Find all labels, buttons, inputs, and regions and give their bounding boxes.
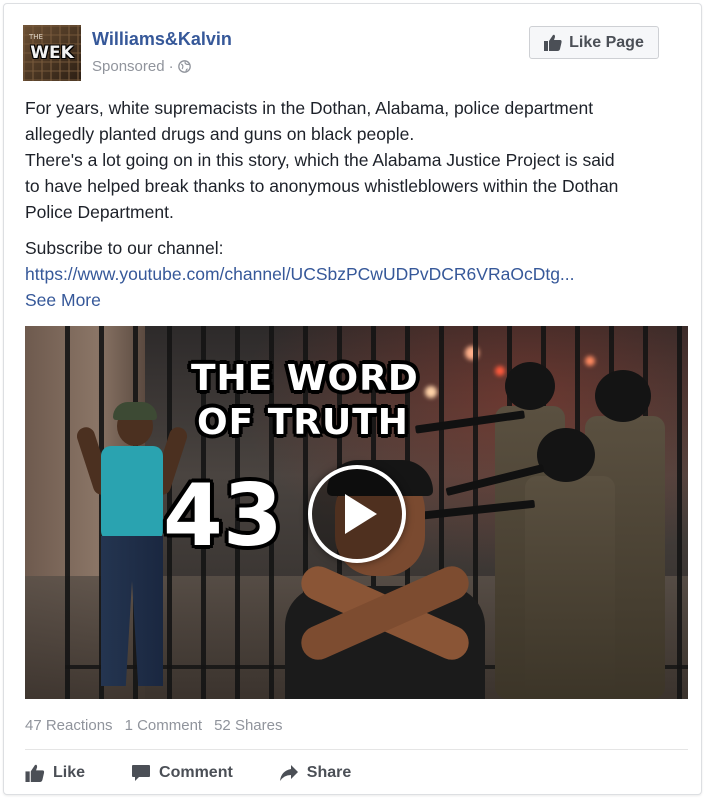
post-body-text: For years, white supremacists in the Dot… xyxy=(25,95,697,225)
post-text-line: Police Department. xyxy=(25,202,174,222)
like-page-button[interactable]: Like Page xyxy=(529,26,659,59)
page-name-link[interactable]: Williams&Kalvin xyxy=(92,29,232,50)
meta-separator: · xyxy=(168,58,174,75)
sponsored-meta: Sponsored · xyxy=(92,58,191,75)
thumbs-up-icon xyxy=(25,764,45,782)
post-text-line: There's a lot going on in this story, wh… xyxy=(25,150,615,170)
video-title-line2: OF TRUTH xyxy=(197,402,409,443)
see-more-link[interactable]: See More xyxy=(25,287,101,313)
sponsored-label[interactable]: Sponsored xyxy=(92,58,165,75)
actions-divider xyxy=(25,749,688,750)
avatar-small-text: THE xyxy=(29,33,43,41)
comments-count[interactable]: 1 Comment xyxy=(125,717,203,734)
comment-label: Comment xyxy=(159,764,233,781)
like-button[interactable]: Like xyxy=(25,764,85,782)
play-icon xyxy=(345,494,377,534)
youtube-channel-link[interactable]: https://www.youtube.com/channel/UCSbzPCw… xyxy=(25,261,575,287)
like-page-label: Like Page xyxy=(569,33,644,51)
play-button[interactable] xyxy=(308,465,406,563)
post-actions-bar: Like Comment Share xyxy=(25,761,351,785)
shares-count[interactable]: 52 Shares xyxy=(214,717,282,734)
post-text-line: For years, white supremacists in the Dot… xyxy=(25,98,594,118)
page-avatar[interactable]: THE WEK xyxy=(23,25,81,81)
post-text-line: to have helped break thanks to anonymous… xyxy=(25,176,619,196)
thumbs-up-icon xyxy=(544,34,562,51)
comment-button[interactable]: Comment xyxy=(131,764,233,782)
video-episode-number: 43 xyxy=(163,466,283,566)
avatar-logo-text: WEK xyxy=(30,43,74,63)
sponsored-post-card: THE WEK Williams&Kalvin Sponsored · Like… xyxy=(3,3,702,795)
reactions-count[interactable]: 47 Reactions xyxy=(25,717,113,734)
comment-icon xyxy=(132,765,151,781)
share-button[interactable]: Share xyxy=(279,764,351,782)
share-arrow-icon xyxy=(279,765,298,781)
like-label: Like xyxy=(53,764,86,781)
post-text-line: allegedly planted drugs and guns on blac… xyxy=(25,124,415,144)
video-thumbnail[interactable]: THE WORD OF TRUTH 43 xyxy=(25,326,688,699)
globe-icon xyxy=(177,60,191,73)
video-title-line1: THE WORD xyxy=(191,358,419,399)
engagement-stats: 47 Reactions 1 Comment 52 Shares xyxy=(25,717,282,734)
share-label: Share xyxy=(306,764,352,781)
subscribe-text: Subscribe to our channel: xyxy=(25,238,224,258)
